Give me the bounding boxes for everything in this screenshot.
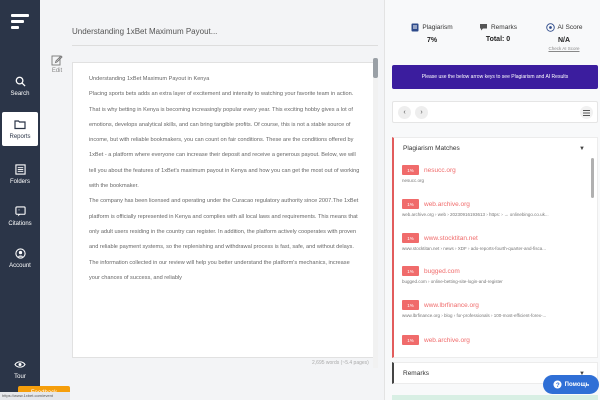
quote-icon: ” <box>13 204 27 218</box>
match-item[interactable]: 1% web.archive.org <box>402 335 584 345</box>
check-ai-score-link[interactable]: Check AI Score <box>534 46 594 51</box>
eye-icon <box>13 357 27 371</box>
word-count: 2,695 words (~5.4 pages) <box>312 360 369 366</box>
results-banner: Please use the below arrow keys to see P… <box>392 65 598 89</box>
document-scroll-thumb[interactable] <box>373 58 378 78</box>
chevron-right-icon: › <box>420 109 423 116</box>
sidebar-item-account[interactable]: Account <box>0 246 40 269</box>
match-url: www.stocktitan.net › news › XDF › ado-re… <box>402 246 547 251</box>
match-percent: 1% <box>402 335 419 345</box>
sidebar-item-citations[interactable]: ” Citations <box>0 204 40 227</box>
match-site[interactable]: www.stocktitan.net <box>424 235 478 242</box>
match-site[interactable]: web.archive.org <box>424 201 470 208</box>
pencil-icon <box>51 55 63 66</box>
match-url: web.archive.org › web › 20230916193613 ›… <box>402 212 549 217</box>
title-divider <box>72 45 378 46</box>
plagiarism-matches-section: Plagiarism Matches ▼ 1% nesucc.org nesucc… <box>392 137 598 358</box>
match-item[interactable]: 1% web.archive.org web.archive.org › web … <box>402 199 584 217</box>
remarks-icon <box>479 24 487 31</box>
match-site[interactable]: bugged.com <box>424 268 460 275</box>
svg-text:”: ” <box>18 208 20 213</box>
help-label: Помощь <box>564 381 590 388</box>
plagiarism-label: Plagiarism <box>422 24 453 31</box>
search-icon <box>13 74 27 88</box>
match-item[interactable]: 1% www.stocktitan.net www.stocktitan.net … <box>402 233 584 251</box>
match-url: nesucc.org <box>402 178 425 183</box>
match-item[interactable]: 1% www.lbrfinance.org www.lbrfinance.org … <box>402 300 584 318</box>
match-percent: 1% <box>402 233 419 243</box>
document-paragraph[interactable]: Placing sports bets adds an extra layer … <box>89 87 361 194</box>
ai-score-metric[interactable]: AI Score N/A Check AI Score <box>534 23 594 51</box>
matches-title: Plagiarism Matches <box>403 145 460 152</box>
ai-score-value: N/A <box>557 37 571 44</box>
document-paragraph[interactable]: The company has been licensed and operat… <box>89 194 361 286</box>
status-url: https://www.1xbet.com/event <box>0 392 70 400</box>
sidebar-item-label: Reports <box>9 134 31 140</box>
document-paragraph[interactable]: Understanding 1xBet Maximum Payout in Ke… <box>89 72 361 87</box>
plagiarism-icon <box>411 23 419 32</box>
ai-score-label: AI Score <box>557 24 583 31</box>
sidebar-item-folders[interactable]: Folders <box>0 162 40 185</box>
hamburger-icon <box>583 109 590 116</box>
chevron-left-icon: ‹ <box>403 109 406 116</box>
remarks-metric-label: Remarks <box>490 23 517 31</box>
match-percent: 1% <box>402 266 419 276</box>
menu-button[interactable] <box>580 106 593 119</box>
next-section-edge <box>392 395 598 400</box>
document-scrollbar[interactable] <box>373 58 378 368</box>
ai-icon <box>545 23 555 32</box>
match-site[interactable]: nesucc.org <box>424 167 456 174</box>
match-item[interactable]: 1% nesucc.org nesucc.org <box>402 165 584 183</box>
sidebar-item-label: Account <box>9 263 31 269</box>
match-item[interactable]: 1% bugged.com bugged.com › online-betting… <box>402 266 584 284</box>
sidebar-item-reports[interactable]: Reports <box>2 112 38 146</box>
caret-down-icon[interactable]: ▼ <box>579 146 585 152</box>
edit-button[interactable]: Edit <box>49 54 65 74</box>
svg-text:?: ? <box>556 382 560 389</box>
user-icon <box>13 246 27 260</box>
sidebar-item-label: Citations <box>8 221 32 227</box>
remarks-metric[interactable]: Remarks Total: 0 <box>468 23 528 43</box>
document-body[interactable]: Understanding 1xBet Maximum Payout in Ke… <box>73 63 377 286</box>
match-percent: 1% <box>402 300 419 310</box>
plagiarism-metric[interactable]: Plagiarism 7% <box>402 23 462 44</box>
sidebar: Search Reports Folders ” Citations Accou… <box>0 0 40 400</box>
match-site[interactable]: www.lbrfinance.org <box>424 302 479 309</box>
folder-icon <box>13 117 27 131</box>
app-logo[interactable] <box>11 14 29 30</box>
sidebar-item-label: Search <box>10 91 30 97</box>
match-url: www.lbrfinance.org › blog › for-professi… <box>402 313 547 318</box>
results-navigation: ‹ › <box>392 101 598 123</box>
help-icon: ? <box>553 380 562 389</box>
sidebar-item-tour[interactable]: Tour <box>0 357 40 380</box>
remarks-label: Remarks <box>403 370 430 377</box>
list-icon <box>13 162 27 176</box>
panel-divider <box>384 0 385 400</box>
match-percent: 1% <box>402 165 419 175</box>
match-url: bugged.com › online-betting-site-login-a… <box>402 279 503 284</box>
prev-arrow-button[interactable]: ‹ <box>398 106 411 119</box>
edit-label: Edit <box>51 68 63 74</box>
document-editor[interactable]: Understanding 1xBet Maximum Payout in Ke… <box>72 62 378 358</box>
plagiarism-value: 7% <box>426 37 438 44</box>
next-arrow-button[interactable]: › <box>415 106 428 119</box>
sidebar-item-label: Tour <box>14 374 26 380</box>
remarks-total: Total: 0 <box>485 36 511 43</box>
matches-scrollbar[interactable] <box>591 158 594 198</box>
match-percent: 1% <box>402 199 419 209</box>
document-title[interactable]: Understanding 1xBet Maximum Payout... <box>72 27 217 36</box>
help-button[interactable]: ? Помощь <box>543 375 599 394</box>
match-site[interactable]: web.archive.org <box>424 337 470 344</box>
sidebar-item-label: Folders <box>9 179 30 185</box>
sidebar-item-search[interactable]: Search <box>0 74 40 97</box>
